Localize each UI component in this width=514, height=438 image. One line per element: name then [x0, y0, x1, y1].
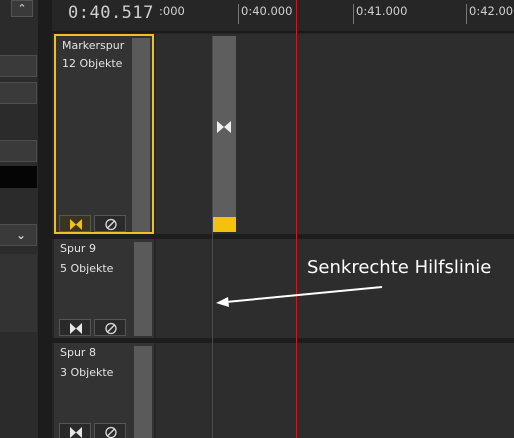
- annotation-label: Senkrechte Hilfslinie: [307, 257, 492, 278]
- annotation-arrow: [216, 286, 383, 307]
